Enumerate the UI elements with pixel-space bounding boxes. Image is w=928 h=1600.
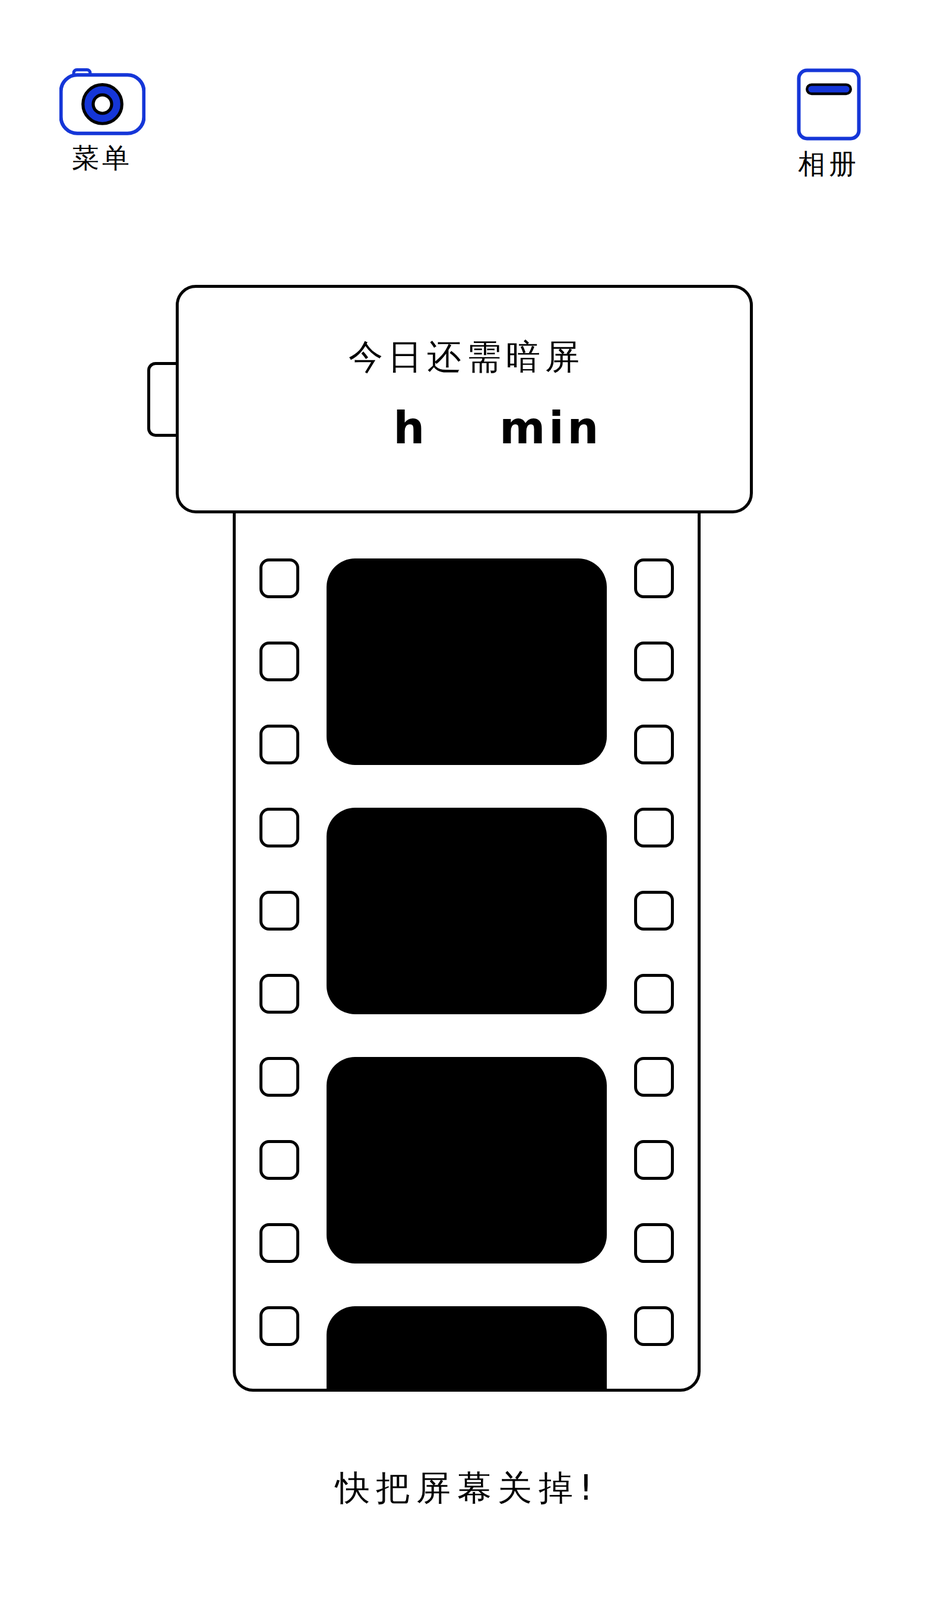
album-label[interactable]: 相册 bbox=[797, 149, 860, 180]
album-icon bbox=[796, 68, 861, 141]
sprocket-hole bbox=[634, 1223, 674, 1264]
cartridge: 今日还需暗屏 h min bbox=[147, 284, 782, 514]
sprocket-hole bbox=[259, 974, 300, 1015]
sprocket-hole bbox=[634, 1057, 674, 1098]
film-strip bbox=[232, 513, 701, 1393]
film-frame bbox=[326, 1057, 607, 1265]
menu-label[interactable]: 菜单 bbox=[71, 143, 133, 174]
menu-button[interactable]: 菜单 bbox=[59, 68, 146, 174]
sprocket-hole bbox=[634, 558, 674, 599]
sprocket-hole bbox=[259, 1223, 300, 1264]
film-frame bbox=[326, 558, 607, 766]
sprocket-hole bbox=[259, 1140, 300, 1181]
sprocket-hole bbox=[634, 1140, 674, 1181]
footer: 快把屏幕关掉! bbox=[328, 1468, 600, 1510]
sprocket-column bbox=[634, 558, 674, 1390]
film-frames bbox=[326, 558, 607, 1390]
sprocket-hole bbox=[259, 1306, 300, 1347]
album-button[interactable]: 相册 bbox=[796, 68, 861, 180]
app-screen: 菜单 相册 今日还需暗屏 h min 快把屏幕关掉! bbox=[0, 0, 928, 1600]
sprocket-hole bbox=[634, 1306, 674, 1347]
sprocket-hole bbox=[634, 974, 674, 1015]
sprocket-hole bbox=[634, 808, 674, 848]
film-frame bbox=[326, 808, 607, 1015]
film-frame bbox=[326, 1306, 607, 1393]
sprocket-hole bbox=[634, 641, 674, 682]
top-bar: 菜单 相册 bbox=[0, 0, 928, 285]
sprocket-hole bbox=[634, 891, 674, 931]
cartridge-tab bbox=[147, 362, 176, 437]
hours-unit: h bbox=[393, 404, 426, 453]
sprocket-hole bbox=[259, 808, 300, 848]
sprocket-hole bbox=[259, 1057, 300, 1098]
sprocket-hole bbox=[259, 891, 300, 931]
sprocket-hole bbox=[259, 724, 300, 765]
countdown-panel: 今日还需暗屏 h min bbox=[175, 284, 753, 514]
footer-text: 快把屏幕关掉! bbox=[328, 1468, 600, 1510]
sprocket-hole bbox=[259, 641, 300, 682]
camera-icon bbox=[59, 68, 146, 136]
sprocket-column bbox=[259, 558, 300, 1390]
sprocket-hole bbox=[259, 558, 300, 599]
minutes-unit: min bbox=[499, 404, 603, 453]
sprocket-hole bbox=[634, 724, 674, 765]
countdown-title: 今日还需暗屏 bbox=[343, 336, 585, 379]
